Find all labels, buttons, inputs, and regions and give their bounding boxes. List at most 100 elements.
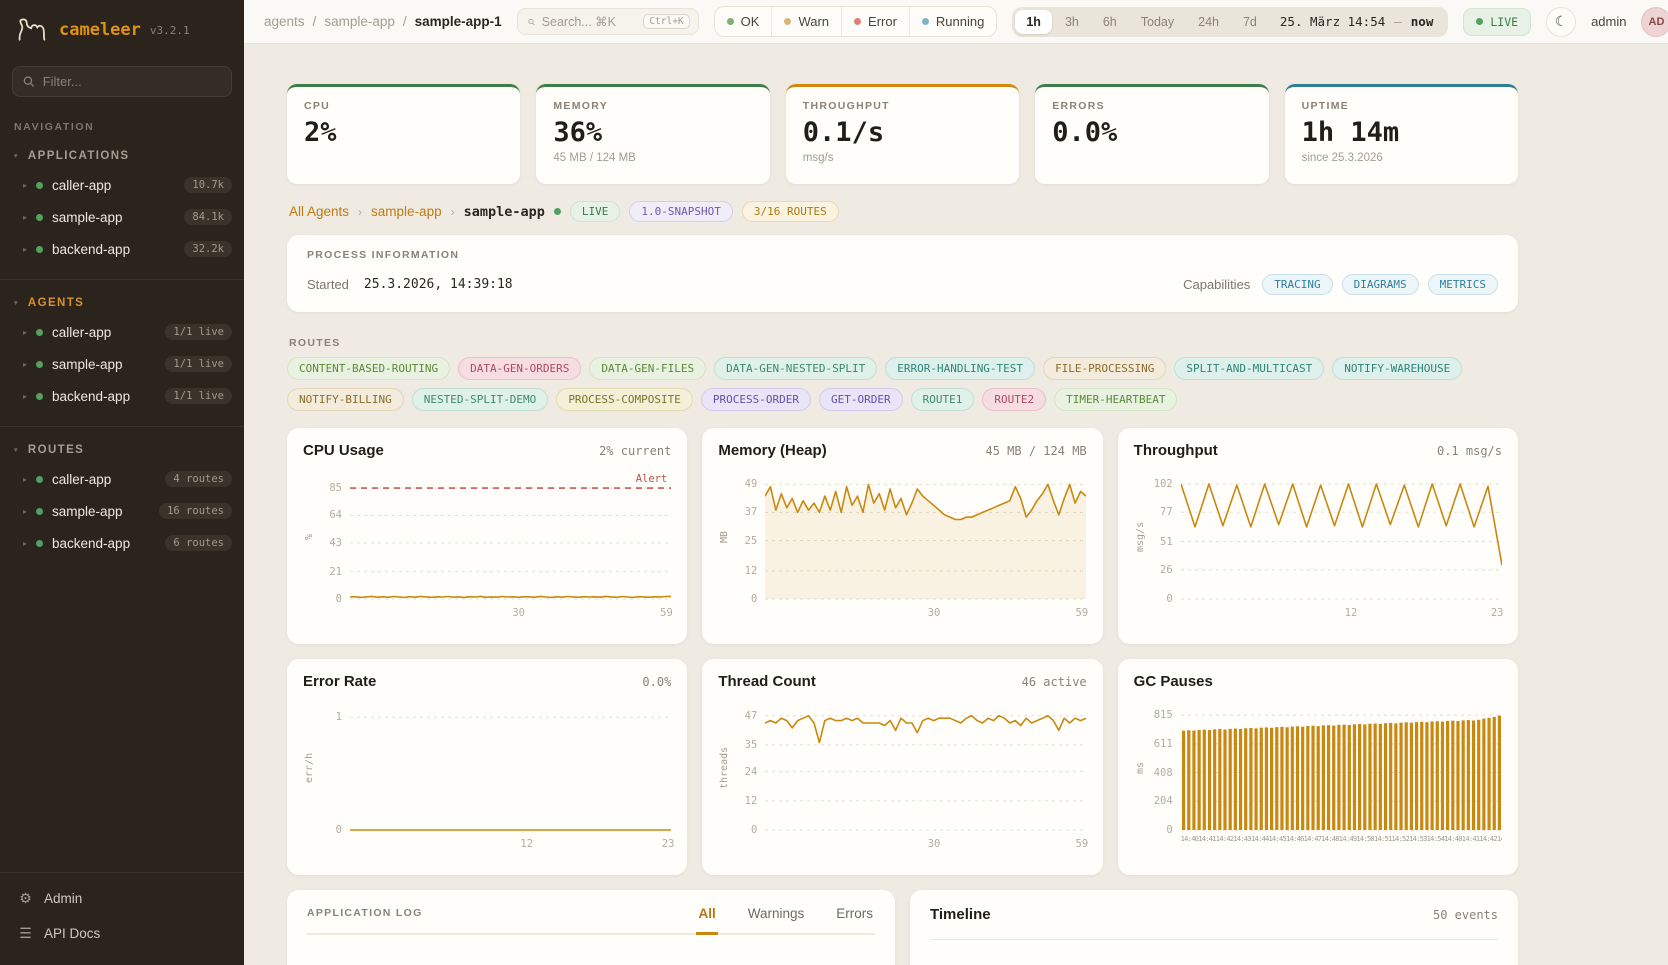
chevron-right-icon: ▸ (23, 392, 27, 401)
warn-dot-icon (784, 18, 791, 25)
chart-memory-heap: Memory (Heap) 45 MB / 124 MB MB 49372512… (702, 428, 1102, 644)
chart-throughput: Throughput 0.1 msg/s msg/s 1027751260 12… (1118, 428, 1518, 644)
section-header-agents[interactable]: ▾ AGENTS (0, 290, 244, 316)
search-input[interactable] (542, 15, 637, 29)
route-tag[interactable]: GET-ORDER (819, 388, 903, 411)
sidebar-item-api-docs[interactable]: ☰ API Docs (0, 916, 244, 951)
y-tick-label: 37 (745, 506, 758, 518)
y-axis-label: ms (1134, 704, 1147, 832)
collapse-caret-icon: ▾ (14, 152, 19, 160)
status-dot-green (36, 182, 43, 189)
sidebar-item-routes-sample-app[interactable]: ▸ sample-app 16 routes (0, 495, 244, 527)
main-area: agents / sample-app / sample-app-1 Ctrl+… (244, 0, 1668, 965)
footer-item-label: Admin (44, 891, 82, 906)
sidebar-item-backend-app[interactable]: ▸ backend-app 32.2k (0, 233, 244, 265)
sidebar-item-routes-backend-app[interactable]: ▸ backend-app 6 routes (0, 527, 244, 559)
y-tick-label: 25 (745, 535, 758, 547)
route-tag[interactable]: ROUTE1 (911, 388, 975, 411)
route-tag[interactable]: CONTENT-BASED-ROUTING (287, 357, 450, 380)
chart-body: threads 473524120 3059 (718, 704, 1086, 854)
route-tag[interactable]: SPLIT-AND-MULTICAST (1174, 357, 1324, 380)
chart-title: Error Rate (303, 673, 376, 690)
section-header-applications[interactable]: ▾ APPLICATIONS (0, 143, 244, 169)
agent-version-badge: 1.0-SNAPSHOT (629, 201, 732, 222)
filter-input-wrapper (12, 66, 232, 97)
date-range-separator: — (1394, 14, 1402, 29)
section-header-routes[interactable]: ▾ ROUTES (0, 437, 244, 463)
route-tag[interactable]: PROCESS-COMPOSITE (556, 388, 693, 411)
route-tag[interactable]: NESTED-SPLIT-DEMO (412, 388, 549, 411)
dark-mode-toggle[interactable]: ☾ (1546, 7, 1576, 37)
sidebar-section-routes: ▾ ROUTES ▸ caller-app 4 routes ▸ sample-… (0, 426, 244, 569)
status-dot-green (36, 393, 43, 400)
item-label: caller-app (52, 325, 111, 340)
avatar[interactable]: AD (1641, 7, 1668, 37)
breadcrumb-agents[interactable]: agents (264, 14, 305, 29)
y-tick-label: 49 (745, 478, 758, 490)
agent-crumb-app[interactable]: sample-app (371, 204, 442, 219)
sidebar: cameleer v3.2.1 NAVIGATION ▾ APPLICATION… (0, 0, 244, 965)
agent-crumb-all[interactable]: All Agents (289, 204, 349, 219)
route-tag[interactable]: NOTIFY-WAREHOUSE (1332, 357, 1462, 380)
route-tag[interactable]: TIMER-HEARTBEAT (1054, 388, 1177, 411)
route-tag[interactable]: DATA-GEN-NESTED-SPLIT (714, 357, 877, 380)
sidebar-item-sample-app[interactable]: ▸ sample-app 84.1k (0, 201, 244, 233)
top-header: agents / sample-app / sample-app-1 Ctrl+… (244, 0, 1668, 44)
tab-errors[interactable]: Errors (834, 906, 875, 933)
time-range-1h[interactable]: 1h (1015, 10, 1052, 34)
tab-warnings[interactable]: Warnings (746, 906, 807, 933)
kpi-value: 0.0% (1052, 117, 1251, 148)
tab-all[interactable]: All (696, 906, 717, 935)
app-logo-text: cameleer (59, 20, 141, 40)
chart-body: ms 8156114082040 14:4014:4114:4214:4314:… (1134, 704, 1502, 854)
filter-ok[interactable]: OK (715, 7, 772, 36)
live-label: LIVE (1490, 15, 1518, 29)
timeline-header: Timeline 50 events (930, 906, 1498, 940)
chart-title: GC Pauses (1134, 673, 1213, 690)
time-range-today[interactable]: Today (1130, 10, 1185, 34)
date-range-start: 25. März 14:54 (1280, 14, 1385, 29)
item-label: sample-app (52, 210, 123, 225)
sidebar-item-agent-sample-app[interactable]: ▸ sample-app 1/1 live (0, 348, 244, 380)
breadcrumb-sample-app[interactable]: sample-app (324, 14, 395, 29)
filter-running[interactable]: Running (909, 7, 996, 36)
plot-area: 3059 (765, 704, 1086, 832)
route-tag[interactable]: NOTIFY-BILLING (287, 388, 404, 411)
chart-header: Throughput 0.1 msg/s (1134, 442, 1502, 459)
filter-error[interactable]: Error (841, 7, 909, 36)
route-tag[interactable]: DATA-GEN-FILES (589, 357, 706, 380)
date-range-display[interactable]: 25. März 14:54 — now (1270, 14, 1445, 29)
filter-warn[interactable]: Warn (771, 7, 841, 36)
item-count-badge: 32.2k (184, 241, 232, 257)
chevron-right-icon: ▸ (23, 213, 27, 222)
sidebar-item-routes-caller-app[interactable]: ▸ caller-app 4 routes (0, 463, 244, 495)
item-live-badge: 1/1 live (165, 388, 232, 404)
kpi-card-errors: ERRORS 0.0% (1035, 84, 1268, 184)
chart-title: Memory (Heap) (718, 442, 826, 459)
time-range-24h[interactable]: 24h (1187, 10, 1230, 34)
filter-input[interactable] (43, 74, 221, 89)
capabilities-label: Capabilities (1183, 277, 1250, 292)
route-tag[interactable]: PROCESS-ORDER (701, 388, 811, 411)
sidebar-item-admin[interactable]: ⚙ Admin (0, 881, 244, 916)
route-tag[interactable]: DATA-GEN-ORDERS (458, 357, 581, 380)
chevron-right-icon: ▸ (23, 475, 27, 484)
route-tag[interactable]: ROUTE2 (982, 388, 1046, 411)
sidebar-section-applications: ▾ APPLICATIONS ▸ caller-app 10.7k ▸ samp… (0, 137, 244, 275)
filter-label: Error (868, 14, 897, 29)
capabilities-group: Capabilities TRACING DIAGRAMS METRICS (1183, 274, 1498, 295)
live-status-badge[interactable]: LIVE (1463, 8, 1531, 36)
route-tag[interactable]: ERROR-HANDLING-TEST (885, 357, 1035, 380)
navigation-label: NAVIGATION (0, 105, 244, 137)
filter-label: Running (936, 14, 984, 29)
time-range-6h[interactable]: 6h (1092, 10, 1128, 34)
sidebar-item-agent-caller-app[interactable]: ▸ caller-app 1/1 live (0, 316, 244, 348)
sidebar-item-agent-backend-app[interactable]: ▸ backend-app 1/1 live (0, 380, 244, 412)
chart-body: % 856443210 Alert3059 (303, 473, 671, 623)
time-range-3h[interactable]: 3h (1054, 10, 1090, 34)
sidebar-item-caller-app[interactable]: ▸ caller-app 10.7k (0, 169, 244, 201)
kpi-value: 0.1/s (803, 117, 1002, 148)
y-tick-label: 85 (329, 482, 342, 494)
time-range-7d[interactable]: 7d (1232, 10, 1268, 34)
route-tag[interactable]: FILE-PROCESSING (1043, 357, 1166, 380)
